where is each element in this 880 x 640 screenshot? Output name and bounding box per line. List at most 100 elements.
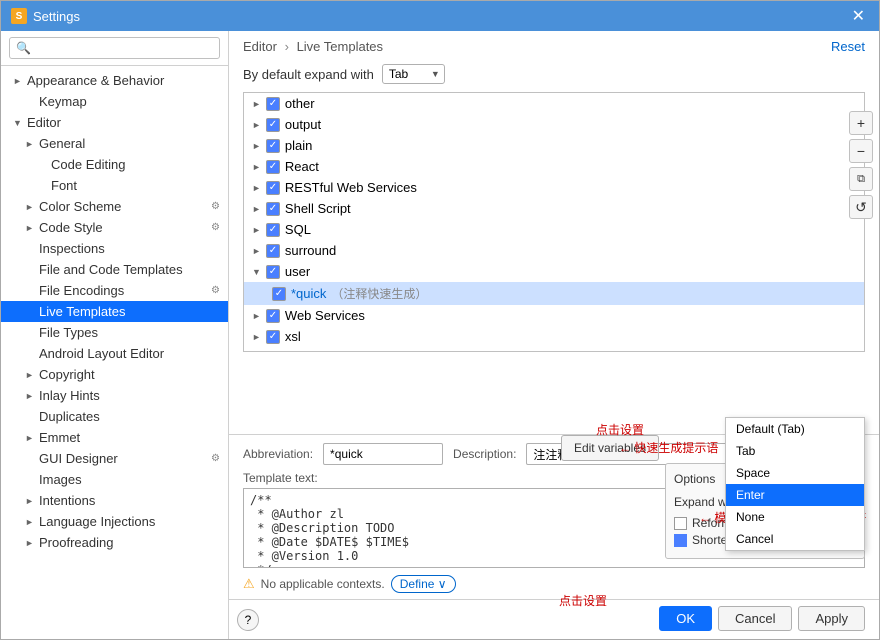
checkbox[interactable]: ✓ [266,309,280,323]
define-link[interactable]: Define ∨ [391,575,456,593]
close-button[interactable]: ✕ [848,6,869,26]
menu-item-default-tab[interactable]: Default (Tab) [726,418,864,440]
tpl-group-plain[interactable]: ► ✓ plain [244,135,864,156]
tpl-group-other[interactable]: ► ✓ other [244,93,864,114]
checkbox[interactable]: ✓ [266,265,280,279]
tpl-group-surround[interactable]: ► ✓ surround [244,240,864,261]
sidebar-item-intentions[interactable]: ► Intentions [1,490,228,511]
abbreviation-input[interactable] [323,443,443,465]
checkbox[interactable]: ✓ [266,118,280,132]
checkbox[interactable]: ✓ [266,181,280,195]
sidebar-item-general[interactable]: ► General [1,133,228,154]
expand-dropdown-wrapper[interactable]: Tab Enter Space [382,64,445,84]
checkbox[interactable]: ✓ [266,139,280,153]
sidebar-item-code-style[interactable]: ► Code Style ⚙ [1,217,228,238]
settings-icon-small: ⚙ [211,222,220,233]
description-label: Description: [453,447,516,461]
expand-arrow: ► [252,141,261,151]
expand-arrow: ► [252,183,261,193]
settings-dialog: S Settings ✕ ► Appearance & Behavior Key… [0,0,880,640]
help-button[interactable]: ? [237,609,259,631]
checkbox[interactable]: ✓ [266,97,280,111]
reset-button[interactable]: ↺ [849,195,873,219]
expand-label: By default expand with [243,67,374,82]
sidebar-item-language-injections[interactable]: ► Language Injections [1,511,228,532]
tpl-group-xsl[interactable]: ► ✓ xsl [244,326,864,347]
left-panel: ► Appearance & Behavior Keymap ▼ Editor … [1,31,229,639]
menu-item-none[interactable]: None [726,506,864,528]
expand-arrow: ▼ [252,267,261,277]
sidebar-item-label: Inspections [39,241,105,256]
sidebar-item-proofreading[interactable]: ► Proofreading [1,532,228,553]
edit-variables-button[interactable]: Edit variables [561,435,659,461]
menu-item-cancel[interactable]: Cancel [726,528,864,550]
tpl-group-user[interactable]: ▼ ✓ user [244,261,864,282]
sidebar-item-color-scheme[interactable]: ► Color Scheme ⚙ [1,196,228,217]
sidebar-item-file-code-templates[interactable]: File and Code Templates [1,259,228,280]
sidebar-item-label: Emmet [39,430,80,445]
ok-button[interactable]: OK [659,606,712,631]
checkbox[interactable]: ✓ [266,351,280,353]
sidebar-item-keymap[interactable]: Keymap [1,91,228,112]
sidebar-item-label: Color Scheme [39,199,121,214]
sidebar-item-inspections[interactable]: Inspections [1,238,228,259]
sidebar-item-gui-designer[interactable]: GUI Designer ⚙ [1,448,228,469]
sidebar-item-editor[interactable]: ▼ Editor [1,112,228,133]
checkbox[interactable]: ✓ [266,223,280,237]
tpl-group-restful[interactable]: ► ✓ RESTful Web Services [244,177,864,198]
dialog-title: Settings [33,9,80,24]
tpl-group-react[interactable]: ► ✓ React [244,156,864,177]
group-label: RESTful Web Services [285,180,417,195]
sidebar-item-label: Live Templates [39,304,125,319]
apply-button[interactable]: Apply [798,606,865,631]
menu-item-enter[interactable]: Enter [726,484,864,506]
sidebar-item-copyright[interactable]: ► Copyright [1,364,228,385]
add-button[interactable]: + [849,111,873,135]
checkbox[interactable]: ✓ [272,287,286,301]
expand-arrow: ► [252,120,261,130]
sidebar-item-label: Language Injections [39,514,155,529]
sidebar-item-label: Keymap [39,94,87,109]
sidebar-item-appearance[interactable]: ► Appearance & Behavior [1,70,228,91]
group-label: other [285,96,315,111]
tpl-group-zen-css[interactable]: ► ✓ Zen CSS [244,347,864,352]
tpl-item-quick[interactable]: ✓ *quick （注释快速生成） [244,282,864,305]
settings-area: By default expand with Tab Enter Space ►… [229,54,879,434]
sidebar-item-images[interactable]: Images [1,469,228,490]
sidebar-item-android-layout[interactable]: Android Layout Editor [1,343,228,364]
sidebar-item-label: Proofreading [39,535,113,550]
shorten-checkbox[interactable] [674,534,687,547]
sidebar-item-label: Code Style [39,220,103,235]
search-input[interactable] [9,37,220,59]
breadcrumb-editor: Editor [243,39,277,54]
sidebar-item-duplicates[interactable]: Duplicates [1,406,228,427]
checkbox[interactable]: ✓ [266,202,280,216]
sidebar-item-file-encodings[interactable]: File Encodings ⚙ [1,280,228,301]
reset-link[interactable]: Reset [831,39,865,54]
sidebar-item-code-editing[interactable]: Code Editing [1,154,228,175]
sidebar-item-inlay-hints[interactable]: ► Inlay Hints [1,385,228,406]
tpl-group-sql[interactable]: ► ✓ SQL [244,219,864,240]
expand-dropdown[interactable]: Tab Enter Space [382,64,445,84]
sidebar-item-live-templates[interactable]: Live Templates [1,301,228,322]
menu-item-tab[interactable]: Tab [726,440,864,462]
sidebar-item-file-types[interactable]: File Types [1,322,228,343]
copy-button[interactable]: ⧉ [849,167,873,191]
warning-icon: ⚠ [243,576,255,592]
reformat-checkbox[interactable] [674,517,687,530]
remove-button[interactable]: − [849,139,873,163]
group-label: xsl [285,329,301,344]
tpl-group-shell[interactable]: ► ✓ Shell Script [244,198,864,219]
sidebar-item-label: Copyright [39,367,95,382]
tpl-group-webservices[interactable]: ► ✓ Web Services [244,305,864,326]
checkbox[interactable]: ✓ [266,244,280,258]
search-box[interactable] [1,31,228,66]
tpl-group-output[interactable]: ► ✓ output [244,114,864,135]
menu-item-space[interactable]: Space [726,462,864,484]
checkbox[interactable]: ✓ [266,160,280,174]
checkbox[interactable]: ✓ [266,330,280,344]
sidebar-item-font[interactable]: Font [1,175,228,196]
expand-arrow: ► [252,332,261,342]
cancel-button[interactable]: Cancel [718,606,792,631]
sidebar-item-emmet[interactable]: ► Emmet [1,427,228,448]
